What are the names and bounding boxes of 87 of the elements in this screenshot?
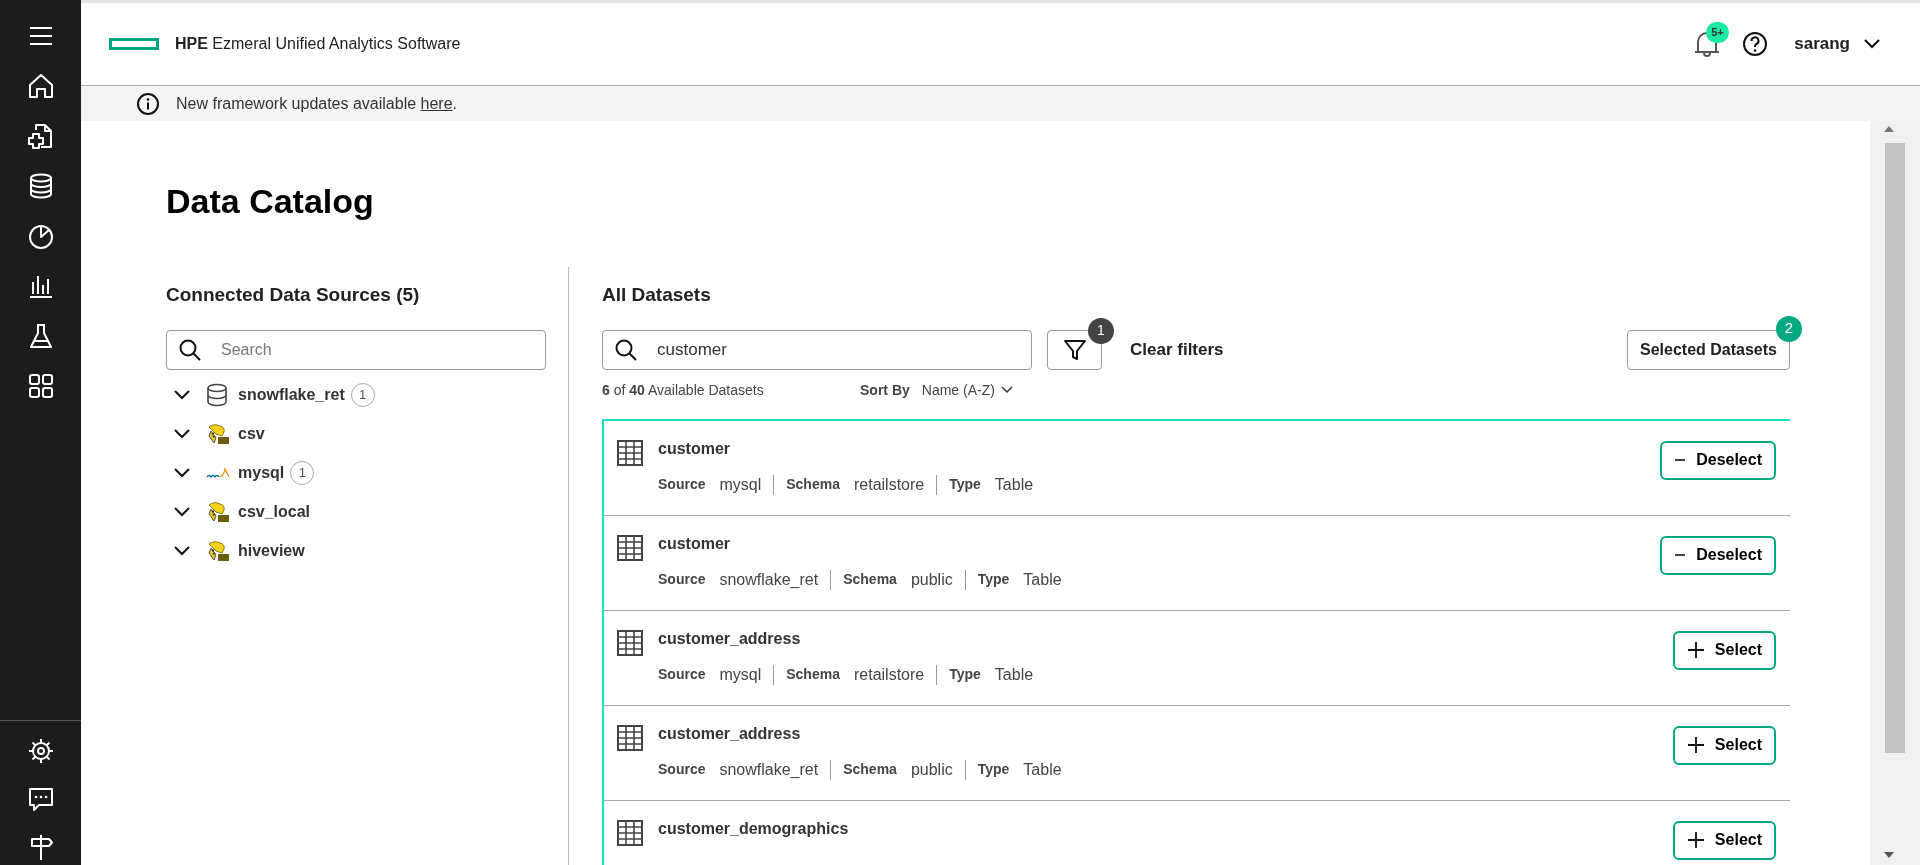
select-button[interactable]: Select	[1672, 630, 1776, 670]
dataset-search-field[interactable]: customer	[602, 329, 1032, 370]
source-search-field[interactable]: Search	[166, 329, 546, 370]
table-icon	[616, 628, 644, 657]
help-icon[interactable]	[1742, 31, 1769, 57]
field-label: Schema	[843, 570, 897, 589]
logo-icon	[109, 38, 159, 50]
chevron-down-icon[interactable]	[174, 468, 190, 478]
source-name[interactable]: mysql	[238, 461, 285, 485]
app-title: HPE Ezmeral Unified Analytics Software	[175, 34, 461, 54]
chevron-down-icon[interactable]	[174, 429, 190, 439]
field-label: Source	[658, 570, 706, 589]
chevron-down-icon[interactable]	[174, 546, 190, 556]
scrollbar-thumb[interactable]	[1885, 143, 1905, 753]
field-value: Table	[1023, 569, 1062, 590]
plus-icon	[1686, 736, 1705, 754]
info-icon	[136, 91, 160, 116]
search-icon	[178, 337, 202, 362]
scroll-up-icon[interactable]	[1884, 125, 1894, 133]
notification-badge: 5+	[1706, 22, 1729, 43]
clear-filters-link[interactable]: Clear filters	[1130, 336, 1224, 363]
plus-icon	[1686, 641, 1705, 659]
field-value: snowflake_ret	[719, 569, 819, 590]
search-icon	[614, 337, 638, 362]
deselect-button[interactable]: Deselect	[1660, 535, 1776, 575]
field-value: snowflake_ret	[719, 759, 819, 780]
pie-chart-icon[interactable]	[26, 222, 55, 250]
scroll-down-icon[interactable]	[1884, 851, 1894, 859]
chevron-down-icon[interactable]	[174, 390, 190, 400]
field-label: Schema	[786, 475, 840, 494]
source-name[interactable]: hiveview	[238, 539, 305, 563]
field-label: Source	[658, 665, 706, 684]
field-label: Source	[658, 760, 706, 779]
deselect-button[interactable]: Deselect	[1660, 440, 1776, 480]
field-value: mysql	[719, 474, 762, 495]
select-button[interactable]: Select	[1672, 820, 1776, 860]
field-value: retailstore	[853, 474, 925, 495]
dataset-name[interactable]: customer	[658, 531, 1661, 556]
chat-icon[interactable]	[26, 785, 55, 813]
table-icon	[616, 818, 644, 847]
field-label: Schema	[786, 665, 840, 684]
field-value: mysql	[719, 664, 762, 685]
field-label: Source	[658, 475, 706, 494]
chevron-down-icon	[1000, 386, 1013, 394]
table-icon	[616, 438, 644, 467]
chevron-down-icon	[1864, 39, 1880, 49]
filter-icon	[1062, 337, 1087, 362]
chevron-down-icon[interactable]	[174, 507, 190, 517]
dataset-name[interactable]: customer_demographics	[658, 816, 1673, 841]
sort-dropdown[interactable]: Name (A-Z)	[921, 379, 1013, 401]
source-name[interactable]: csv_local	[238, 500, 311, 524]
home-icon[interactable]	[26, 72, 55, 100]
source-name[interactable]: csv	[238, 422, 265, 446]
panel-title: Connected Data Sources (5)	[166, 283, 421, 307]
field-label: Schema	[843, 760, 897, 779]
here-link[interactable]: here	[420, 94, 453, 112]
field-value: Table	[1023, 759, 1062, 780]
page-title: Data Catalog	[166, 181, 375, 222]
user-menu[interactable]: sarang	[1794, 31, 1880, 57]
filter-count-badge: 1	[1088, 317, 1114, 344]
field-value: public	[910, 759, 953, 780]
table-icon	[616, 723, 644, 752]
field-label: Type	[977, 570, 1010, 589]
file-plus-icon[interactable]	[26, 122, 55, 150]
field-label: Type	[949, 475, 981, 494]
field-value: public	[910, 569, 953, 590]
dataset-name[interactable]: customer_address	[658, 721, 1673, 746]
dataset-name[interactable]: customer_address	[658, 626, 1673, 651]
field-label: Type	[977, 760, 1010, 779]
source-name[interactable]: snowflake_ret	[238, 383, 345, 407]
update-notice: New framework updates available here.	[176, 93, 458, 114]
field-value: Table	[994, 474, 1034, 495]
select-button[interactable]: Select	[1672, 725, 1776, 765]
table-icon	[616, 533, 644, 562]
sort-label: Sort By	[860, 380, 910, 400]
scrollbar[interactable]	[1870, 121, 1920, 865]
field-value: retailstore	[853, 664, 925, 685]
field-value: Table	[994, 664, 1034, 685]
settings-icon[interactable]	[26, 737, 55, 765]
database-icon	[206, 383, 228, 407]
plus-icon	[1686, 831, 1705, 849]
dataset-count: 6 of 40 Available Datasets	[602, 380, 765, 400]
grid-icon[interactable]	[26, 372, 55, 400]
selected-count-badge: 2	[1776, 315, 1802, 342]
field-label: Type	[949, 665, 981, 684]
dataset-name[interactable]: customer	[658, 436, 1661, 461]
panel-title: All Datasets	[602, 283, 712, 307]
